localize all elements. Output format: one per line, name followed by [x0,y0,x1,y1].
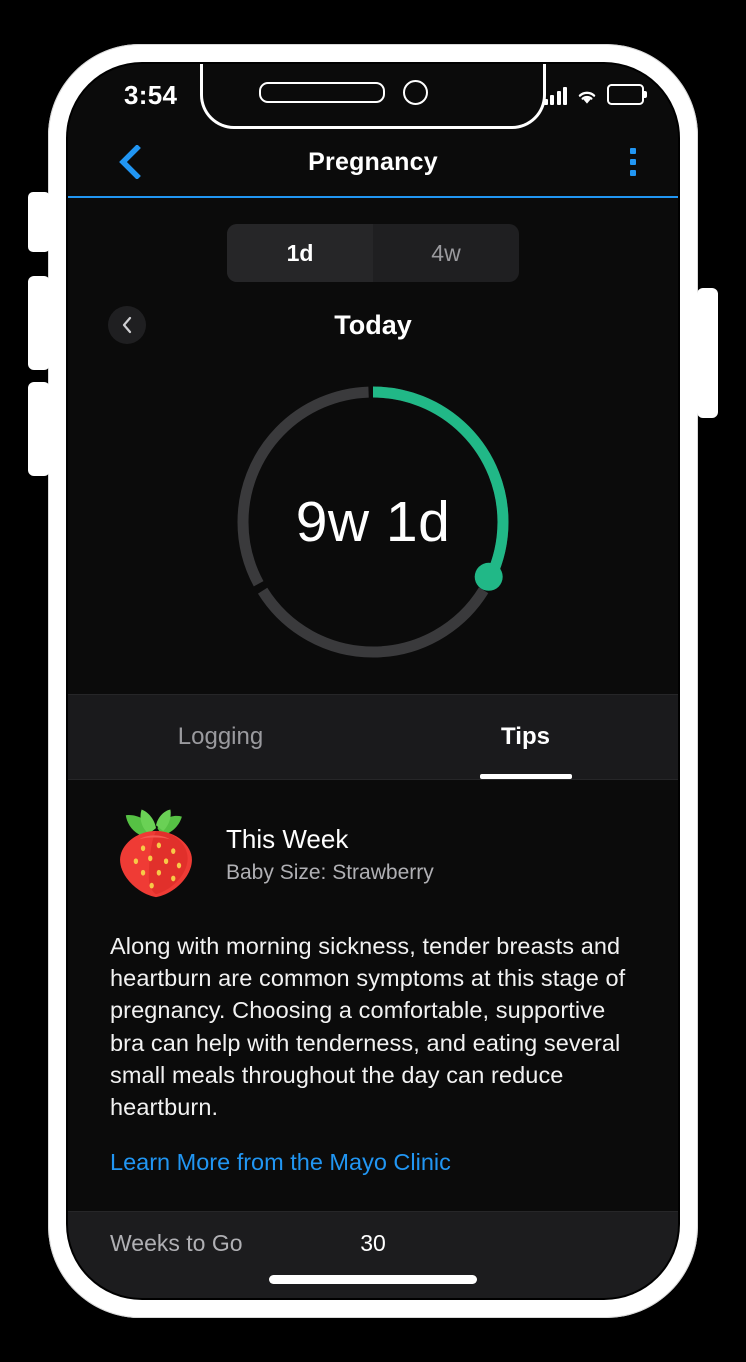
cellular-signal-icon [543,87,567,105]
pregnancy-progress-ring: 9w 1d [223,372,523,672]
previous-day-button[interactable] [108,306,146,344]
weeks-to-go-label: Weeks to Go [110,1230,243,1256]
summary-panel: 1d 4w Today 9w 1d [68,198,678,694]
silent-switch-button[interactable] [28,192,50,252]
range-option-1d[interactable]: 1d [227,224,373,282]
weeks-to-go-row: Weeks to Go 30 [68,1211,678,1298]
gestational-age-label: 9w 1d [295,490,451,554]
power-button[interactable] [697,288,718,418]
page-title: Pregnancy [308,147,438,176]
nav-bar: Pregnancy [68,128,678,198]
strawberry-icon [120,809,192,898]
volume-down-button[interactable] [28,382,50,476]
tips-panel: This Week Baby Size: Strawberry Along wi… [68,780,678,1177]
home-indicator[interactable] [269,1275,477,1284]
range-option-4w[interactable]: 4w [373,224,519,282]
status-time: 3:54 [124,80,178,110]
phone-screen: 3:54 Pregnancy 1d 4w Today 9w 1d Logging… [68,64,678,1298]
status-indicators [543,84,647,105]
tips-body-text: Along with morning sickness, tender brea… [110,933,626,1120]
current-day-label: Today [334,310,412,340]
status-bar: 3:54 [68,64,678,128]
screenshot-stage: 3:54 Pregnancy 1d 4w Today 9w 1d Logging… [0,0,746,1362]
kebab-menu-icon[interactable] [630,148,636,176]
tips-header-text: This Week Baby Size: Strawberry [226,823,434,886]
weeks-to-go-value: 30 [360,1230,386,1256]
content-tab-bar: Logging Tips [68,694,678,780]
baby-size-label: Baby Size: Strawberry [226,861,434,885]
range-segmented-control[interactable]: 1d 4w [227,224,519,282]
volume-up-button[interactable] [28,276,50,370]
chevron-left-icon [119,145,141,179]
tab-tips[interactable]: Tips [373,695,678,779]
learn-more-link[interactable]: Learn More from the Mayo Clinic [110,1149,451,1176]
battery-icon [607,84,647,105]
tips-header: This Week Baby Size: Strawberry [110,808,636,900]
chevron-left-icon [122,316,131,334]
day-navigator: Today [68,306,678,362]
tips-title: This Week [226,823,349,854]
wifi-icon [576,87,598,105]
tab-logging[interactable]: Logging [68,695,373,779]
back-button[interactable] [110,142,150,182]
